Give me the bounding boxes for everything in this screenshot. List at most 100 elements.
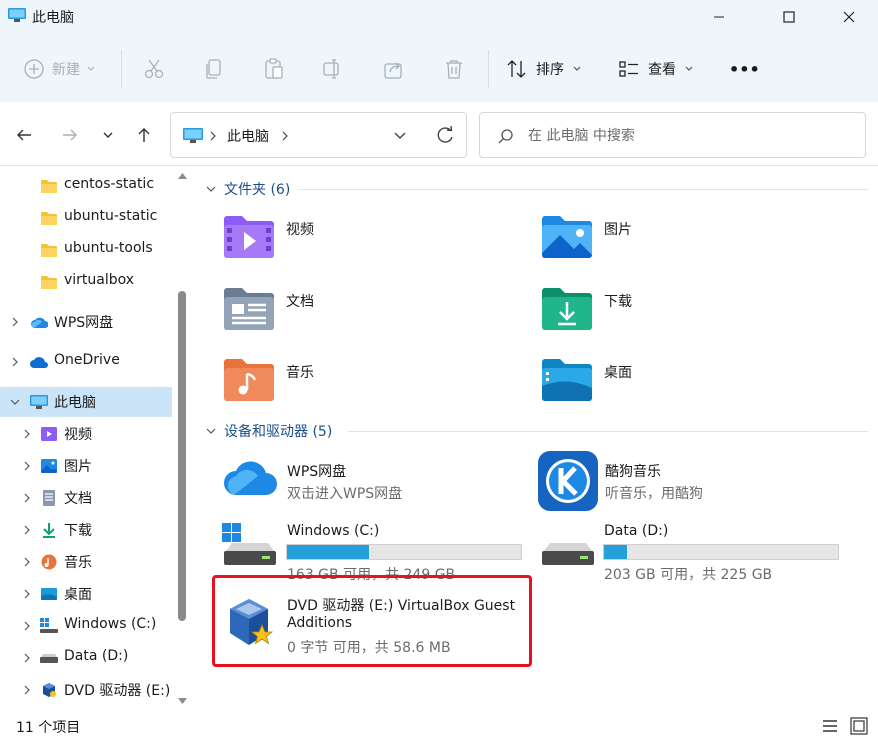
search-box[interactable] bbox=[479, 112, 866, 158]
chevron-right-icon[interactable] bbox=[22, 557, 32, 567]
sidebar-item[interactable]: WPS网盘 bbox=[0, 307, 172, 337]
folder-desktop[interactable]: 桌面 bbox=[540, 356, 840, 412]
folder-videos[interactable]: 视频 bbox=[222, 213, 522, 269]
view-button[interactable]: 查看 bbox=[618, 52, 694, 86]
sidebar-item-label: Windows (C:) bbox=[64, 616, 157, 632]
sidebar-item-label: virtualbox bbox=[64, 272, 135, 288]
chevron-right-icon[interactable] bbox=[10, 357, 20, 367]
sidebar-item[interactable]: ubuntu-static bbox=[0, 203, 172, 233]
chevron-right-icon[interactable] bbox=[22, 461, 32, 471]
scroll-down-icon[interactable] bbox=[178, 698, 187, 704]
copy-button[interactable] bbox=[203, 52, 225, 86]
scroll-up-icon[interactable] bbox=[178, 173, 187, 179]
chevron-right-icon[interactable] bbox=[22, 493, 32, 503]
drive-d-usage-bar bbox=[603, 544, 839, 560]
chevron-right-icon[interactable] bbox=[22, 429, 32, 439]
item-count: 11 个项目 bbox=[16, 720, 81, 736]
rename-button[interactable] bbox=[322, 52, 344, 86]
sidebar-item[interactable]: 图片 bbox=[0, 451, 172, 481]
sidebar-item[interactable]: DVD 驱动器 (E:) bbox=[0, 675, 172, 705]
sidebar-item[interactable]: centos-static bbox=[0, 171, 172, 201]
sidebar-item-label: 图片 bbox=[64, 459, 92, 475]
folder-documents[interactable]: 文档 bbox=[222, 285, 522, 341]
delete-button[interactable] bbox=[443, 52, 465, 86]
sidebar-item[interactable]: 视频 bbox=[0, 419, 172, 449]
scissors-icon bbox=[144, 59, 164, 79]
folder-icon bbox=[41, 276, 57, 289]
more-options-button[interactable]: ••• bbox=[729, 52, 760, 86]
devices-group-header[interactable]: 设备和驱动器 (5) bbox=[206, 420, 332, 442]
sidebar-item[interactable]: 桌面 bbox=[0, 579, 172, 609]
drive-c[interactable]: Windows (C:) 163 GB 可用，共 249 GB bbox=[222, 523, 532, 583]
share-icon bbox=[384, 62, 402, 79]
chevron-right-icon bbox=[210, 131, 216, 141]
details-view-icon[interactable] bbox=[822, 718, 838, 734]
maximize-icon bbox=[783, 11, 795, 23]
sidebar-item-label: 此电脑 bbox=[54, 395, 96, 411]
sidebar-item-label: 桌面 bbox=[64, 587, 92, 603]
chevron-right-icon[interactable] bbox=[22, 525, 32, 535]
cut-button[interactable] bbox=[143, 52, 165, 86]
device-wps-cloud[interactable]: WPS网盘 双击进入WPS网盘 bbox=[222, 455, 522, 511]
chevron-right-icon[interactable] bbox=[22, 589, 32, 599]
separator bbox=[488, 50, 489, 88]
address-bar[interactable]: 此电脑 bbox=[170, 112, 467, 158]
scroll-thumb[interactable] bbox=[178, 291, 186, 621]
chevron-right-icon[interactable] bbox=[22, 621, 32, 631]
minimize-button[interactable] bbox=[696, 0, 742, 34]
paste-button[interactable] bbox=[263, 52, 285, 86]
rename-icon bbox=[323, 59, 339, 79]
plus-circle-icon bbox=[24, 59, 44, 79]
up-button[interactable] bbox=[131, 122, 157, 148]
maximize-button[interactable] bbox=[766, 0, 812, 34]
share-button[interactable] bbox=[383, 52, 405, 86]
refresh-icon[interactable] bbox=[435, 126, 455, 146]
recent-locations-button[interactable] bbox=[95, 122, 121, 148]
sidebar-item[interactable]: 音乐 bbox=[0, 547, 172, 577]
chevron-down-icon[interactable] bbox=[393, 130, 407, 142]
search-input[interactable] bbox=[528, 125, 848, 147]
folders-group-header[interactable]: 文件夹 (6) bbox=[206, 178, 290, 200]
sidebar-item[interactable]: 此电脑 bbox=[0, 387, 172, 417]
tiles-view-icon[interactable] bbox=[850, 717, 868, 735]
sidebar-item[interactable]: virtualbox bbox=[0, 267, 172, 297]
chevron-right-icon[interactable] bbox=[22, 653, 32, 663]
computer-icon bbox=[8, 8, 26, 22]
sidebar-item[interactable]: 下载 bbox=[0, 515, 172, 545]
separator bbox=[121, 50, 122, 88]
videos-folder-icon bbox=[224, 216, 274, 258]
sidebar-item[interactable]: ubuntu-tools bbox=[0, 235, 172, 265]
folder-downloads[interactable]: 下载 bbox=[540, 285, 840, 341]
drive-d[interactable]: Data (D:) 203 GB 可用，共 225 GB bbox=[540, 523, 850, 583]
chevron-right-icon[interactable] bbox=[22, 685, 32, 695]
forward-button[interactable] bbox=[57, 122, 83, 148]
close-button[interactable] bbox=[826, 0, 872, 34]
sidebar-item-label: 文档 bbox=[64, 491, 92, 507]
command-bar: 新建 排序 查看 ••• bbox=[0, 34, 878, 102]
windows-drive-icon bbox=[40, 618, 58, 633]
sidebar-item-label: DVD 驱动器 (E:) bbox=[64, 683, 171, 699]
music-folder-icon bbox=[224, 359, 274, 401]
sidebar-item[interactable]: 文档 bbox=[0, 483, 172, 513]
sidebar-item-label: Data (D:) bbox=[64, 648, 129, 664]
paste-icon bbox=[265, 58, 283, 79]
folder-pictures[interactable]: 图片 bbox=[540, 213, 840, 269]
breadcrumb[interactable]: 此电脑 bbox=[227, 126, 269, 146]
sidebar-item-label: WPS网盘 bbox=[54, 315, 114, 331]
chevron-right-icon[interactable] bbox=[10, 317, 20, 327]
device-kugou-music[interactable]: 酷狗音乐 听音乐，用酷狗 bbox=[538, 451, 838, 511]
sidebar-scrollbar[interactable] bbox=[173, 167, 192, 712]
sidebar-item[interactable]: OneDrive bbox=[0, 347, 172, 377]
pictures-folder-icon bbox=[542, 216, 592, 258]
new-button[interactable]: 新建 bbox=[24, 52, 96, 86]
computer-icon bbox=[183, 128, 203, 143]
sidebar-item[interactable]: Data (D:) bbox=[0, 643, 172, 673]
sort-button[interactable]: 排序 bbox=[506, 52, 582, 86]
chevron-down-icon bbox=[103, 132, 113, 138]
more-icon: ••• bbox=[729, 59, 760, 79]
folder-music[interactable]: 音乐 bbox=[222, 356, 522, 412]
sidebar-item[interactable]: Windows (C:) bbox=[0, 611, 172, 641]
folder-icon bbox=[41, 244, 57, 257]
back-button[interactable] bbox=[11, 122, 37, 148]
chevron-down-icon[interactable] bbox=[10, 397, 20, 407]
